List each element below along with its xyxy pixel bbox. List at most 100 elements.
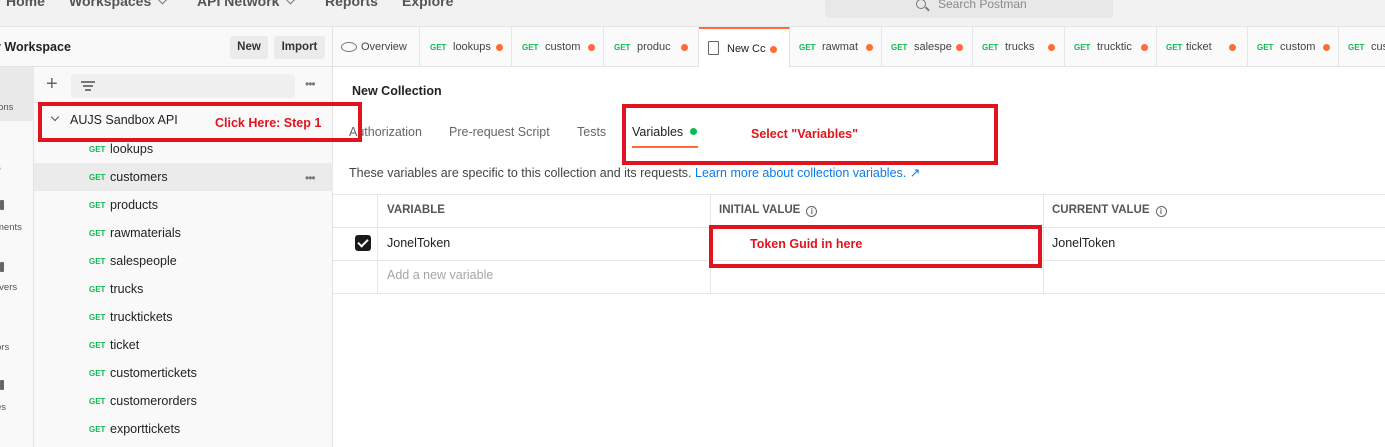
tab-request[interactable]: GET rawmat	[790, 27, 882, 67]
request-item[interactable]: GET rawmaterials	[34, 219, 333, 247]
method-badge: GET	[89, 341, 106, 350]
request-item[interactable]: GET customertickets	[34, 359, 333, 387]
request-item[interactable]: GET trucks	[34, 275, 333, 303]
tab-new-collection[interactable]: New Cc	[699, 27, 790, 68]
nav-api-network-label: API Network	[197, 0, 280, 9]
page-title[interactable]: New Collection	[352, 84, 442, 98]
nav-explore[interactable]: Explore	[402, 0, 453, 9]
nav-api-network[interactable]: API Network	[197, 0, 296, 9]
rail-label-collections: ions	[0, 102, 14, 113]
tab-request[interactable]: GET cus	[1339, 27, 1385, 67]
collection-toolbar: + •••	[34, 67, 333, 103]
unsaved-indicator	[770, 46, 777, 53]
unsaved-indicator	[681, 44, 688, 51]
more-options-icon[interactable]: •••	[305, 77, 316, 91]
tab-label: rawmat	[822, 41, 859, 53]
column-header-current-value: CURRENT VALUE i	[1052, 204, 1167, 217]
table-border	[333, 194, 1385, 195]
nav-workspaces[interactable]: Workspaces	[69, 0, 168, 9]
tab-request[interactable]: GET trucktic	[1065, 27, 1157, 67]
request-name: lookups	[110, 142, 154, 156]
annotation-step1-text: Click Here: Step 1	[215, 116, 322, 130]
unsaved-indicator	[1048, 44, 1055, 51]
filter-icon	[81, 81, 95, 83]
tab-request[interactable]: GET ticket	[1157, 27, 1248, 67]
top-navigation-bar: Home Workspaces API Network Reports Expl…	[0, 0, 1385, 27]
sidebar-icon-rail: ions s ments rvers ors es	[0, 67, 34, 447]
new-button[interactable]: New	[230, 36, 268, 59]
tab-request[interactable]: GET custom	[513, 27, 604, 67]
history-icon	[0, 380, 4, 390]
learn-more-link[interactable]: Learn more about collection variables. ↗	[695, 166, 920, 180]
rail-label-mock-servers[interactable]: rvers	[0, 282, 17, 293]
method-badge: GET	[1348, 43, 1365, 52]
tab-request[interactable]: GET lookups	[421, 27, 512, 67]
annotation-token-text: Token Guid in here	[750, 237, 863, 251]
column-header-initial-value: INITIAL VALUE i	[719, 204, 818, 217]
rail-label-apis[interactable]: s	[0, 162, 1, 173]
tab-label: custom	[1280, 41, 1316, 53]
request-item[interactable]: GET exporttickets	[34, 415, 333, 443]
unsaved-indicator	[1323, 44, 1330, 51]
add-collection-icon[interactable]: +	[46, 74, 58, 94]
annotation-variables-text: Select "Variables"	[751, 127, 859, 141]
tab-label: ticket	[1186, 41, 1212, 53]
tab-label: Overview	[361, 41, 407, 53]
method-badge: GET	[89, 369, 106, 378]
table-border	[1043, 194, 1044, 294]
current-value-cell[interactable]: JonelToken	[1052, 236, 1115, 250]
tab-bar: Overview GET lookups GET custom GET produc …	[333, 27, 1385, 68]
method-badge: GET	[89, 425, 106, 434]
column-header-label: CURRENT VALUE	[1052, 204, 1150, 216]
nav-reports[interactable]: Reports	[325, 0, 378, 9]
workspace-title[interactable]: y Workspace	[0, 40, 71, 54]
search-icon	[916, 0, 926, 9]
request-item[interactable]: GET salespeople	[34, 247, 333, 275]
search-placeholder: Search Postman	[938, 0, 1027, 11]
tab-tests[interactable]: Tests	[577, 125, 606, 139]
unsaved-indicator	[1141, 44, 1148, 51]
method-badge: GET	[982, 43, 999, 52]
variable-name-cell[interactable]: JonelToken	[387, 236, 450, 250]
tab-label: lookups	[453, 41, 491, 53]
request-name: products	[110, 198, 158, 212]
request-item[interactable]: GET customers •••	[34, 163, 333, 191]
tab-request[interactable]: GET custom	[1248, 27, 1339, 67]
method-badge: GET	[89, 313, 106, 322]
filter-input[interactable]	[71, 74, 295, 98]
tab-label: cus	[1371, 41, 1385, 53]
info-icon[interactable]: i	[806, 206, 818, 217]
tab-request[interactable]: GET produc	[605, 27, 699, 67]
search-input[interactable]: Search Postman	[825, 0, 1113, 18]
tab-label: produc	[637, 41, 671, 53]
tab-pre-request-script[interactable]: Pre-request Script	[449, 125, 550, 139]
column-header-variable: VARIABLE	[387, 204, 445, 216]
rail-label-environments[interactable]: ments	[0, 222, 22, 233]
tab-label: trucktic	[1097, 41, 1132, 53]
request-item[interactable]: GET ticket	[34, 331, 333, 359]
method-badge: GET	[89, 257, 106, 266]
request-name: trucks	[110, 282, 144, 296]
chevron-down-icon	[157, 0, 168, 5]
import-button[interactable]: Import	[274, 36, 325, 59]
method-badge: GET	[89, 229, 106, 238]
add-variable-input[interactable]: Add a new variable	[387, 268, 493, 282]
nav-home[interactable]: Home	[6, 0, 45, 9]
method-badge: GET	[89, 397, 106, 406]
tab-request[interactable]: GET trucks	[973, 27, 1065, 67]
request-name: trucktickets	[110, 310, 173, 324]
rail-label-history[interactable]: es	[0, 402, 6, 413]
more-options-icon[interactable]: •••	[305, 171, 316, 185]
request-item[interactable]: GET customerorders	[34, 387, 333, 415]
enable-variable-checkbox[interactable]	[355, 235, 371, 251]
request-item[interactable]: GET products	[34, 191, 333, 219]
method-badge: GET	[89, 201, 106, 210]
request-item[interactable]: GET trucktickets	[34, 303, 333, 331]
request-name: salespeople	[110, 254, 177, 268]
tab-request[interactable]: GET salespe	[882, 27, 973, 67]
tab-overview[interactable]: Overview	[333, 27, 420, 67]
rail-label-monitors[interactable]: ors	[0, 342, 9, 353]
filter-icon-line	[83, 85, 93, 87]
tab-label: New Cc	[727, 43, 766, 55]
info-icon[interactable]: i	[1155, 206, 1167, 217]
